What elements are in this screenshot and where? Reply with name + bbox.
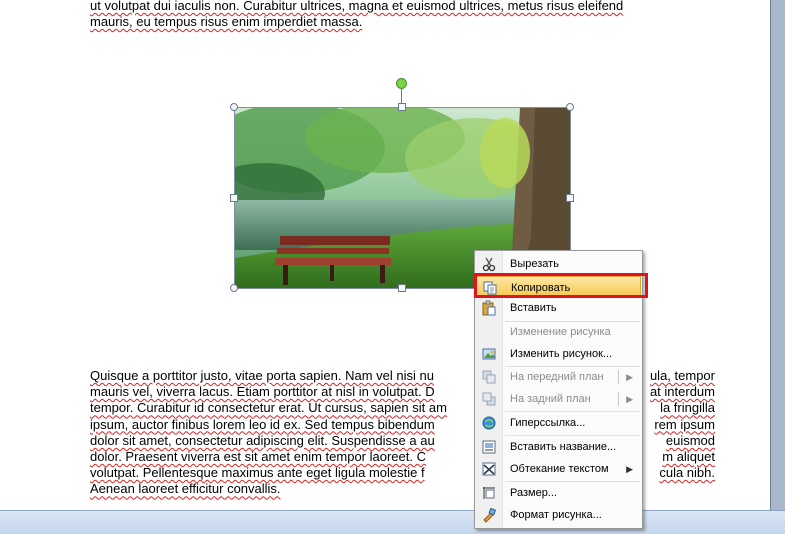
- text-wrapping-icon: [482, 462, 496, 476]
- text-line: mauris vel, viverra lacus. Etiam porttit…: [90, 384, 435, 400]
- menu-item-change-picture[interactable]: Изменить рисунок...: [476, 343, 641, 365]
- highlight-annotation-box: [474, 273, 648, 298]
- menu-item-label: Размер...: [510, 487, 557, 499]
- text-line: Aenean laoreet efficitur convallis.: [90, 481, 281, 497]
- submenu-arrow-icon: ▶: [626, 394, 633, 404]
- menu-item-text-wrapping[interactable]: Обтекание текстом ▶: [476, 458, 641, 480]
- bring-to-front-icon: [482, 370, 496, 384]
- text-line: m aliquet: [662, 449, 715, 465]
- submenu-divider: [618, 370, 619, 384]
- paste-icon: [482, 300, 496, 316]
- resize-handle-top[interactable]: [398, 103, 406, 111]
- size-icon: [483, 487, 495, 499]
- vertical-scroll-area[interactable]: [770, 0, 785, 510]
- menu-item-hyperlink[interactable]: Гиперссылка...: [476, 412, 641, 434]
- text-line: volutpat. Pellentesque maximus ante eget…: [90, 465, 425, 481]
- resize-handle-bottom[interactable]: [398, 284, 406, 292]
- menu-item-bring-to-front: На передний план ▶: [476, 366, 641, 388]
- menu-item-label: Формат рисунка...: [510, 509, 602, 521]
- text-line: euismod: [665, 432, 715, 448]
- menu-item-label: Обтекание текстом: [510, 463, 609, 475]
- change-picture-icon: [482, 348, 496, 360]
- menu-item-label: На задний план: [510, 393, 591, 405]
- text-line: ula, tempor: [649, 368, 715, 383]
- resize-handle-left[interactable]: [230, 194, 238, 202]
- menu-item-label: Вырезать: [510, 258, 559, 270]
- submenu-arrow-icon: ▶: [626, 464, 633, 474]
- text-line: la fringilla: [660, 400, 715, 416]
- menu-item-format-picture[interactable]: Формат рисунка...: [476, 504, 641, 526]
- paragraph-bottom[interactable]: Quisque a porttitor justo, vitae porta s…: [90, 368, 480, 498]
- text-line: tempor. Curabitur id consectetur erat. U…: [90, 400, 447, 416]
- paragraph-bottom-right-fragments: ula, tempor at interdum la fringilla rem…: [644, 368, 715, 481]
- text-line: mauris, eu tempus risus enim imperdiet m…: [90, 14, 363, 30]
- text-line: dolor. Praesent viverra est sit amet eni…: [90, 449, 426, 465]
- status-bar: [0, 510, 785, 534]
- menu-item-label: Вставить: [510, 302, 557, 314]
- scissors-icon: [482, 257, 496, 272]
- menu-item-label: Изменение рисунка: [510, 326, 611, 338]
- text-line: rem ipsum: [654, 416, 715, 432]
- menu-item-label: Гиперссылка...: [510, 417, 586, 429]
- menu-item-label: На передний план: [510, 371, 604, 383]
- menu-item-cut[interactable]: Вырезать: [476, 253, 641, 275]
- menu-item-size[interactable]: Размер...: [476, 482, 641, 504]
- menu-item-paste[interactable]: Вставить: [476, 297, 641, 319]
- menu-item-label: Изменить рисунок...: [510, 348, 613, 360]
- rotate-handle[interactable]: [396, 78, 407, 89]
- menu-item-picture-change-disabled: Изменение рисунка: [476, 321, 641, 343]
- hyperlink-icon: [482, 416, 496, 430]
- text-line: dolor sit amet, consectetur adipiscing e…: [90, 432, 435, 448]
- resize-handle-bottom-left[interactable]: [230, 284, 238, 292]
- text-line: ut volutpat dui iaculis non. Curabitur u…: [90, 0, 624, 13]
- insert-caption-icon: [482, 440, 496, 454]
- submenu-divider: [618, 392, 619, 406]
- text-line: Quisque a porttitor justo, vitae porta s…: [90, 368, 434, 383]
- document-page[interactable]: ut volutpat dui iaculis non. Curabitur u…: [0, 0, 770, 510]
- text-line: at interdum: [649, 384, 715, 400]
- resize-handle-top-right[interactable]: [566, 103, 574, 111]
- text-line: cula nibh.: [659, 465, 715, 481]
- send-to-back-icon: [482, 392, 496, 406]
- format-picture-icon: [483, 507, 497, 523]
- menu-item-insert-caption[interactable]: Вставить название...: [476, 436, 641, 458]
- resize-handle-top-left[interactable]: [230, 103, 238, 111]
- menu-item-label: Вставить название...: [510, 441, 617, 453]
- menu-item-send-to-back: На задний план ▶: [476, 388, 641, 410]
- paragraph-top[interactable]: ut volutpat dui iaculis non. Curabitur u…: [90, 0, 715, 30]
- text-line: ipsum, auctor finibus lorem leo id ex. S…: [90, 416, 435, 432]
- submenu-arrow-icon: ▶: [626, 372, 633, 382]
- resize-handle-right[interactable]: [566, 194, 574, 202]
